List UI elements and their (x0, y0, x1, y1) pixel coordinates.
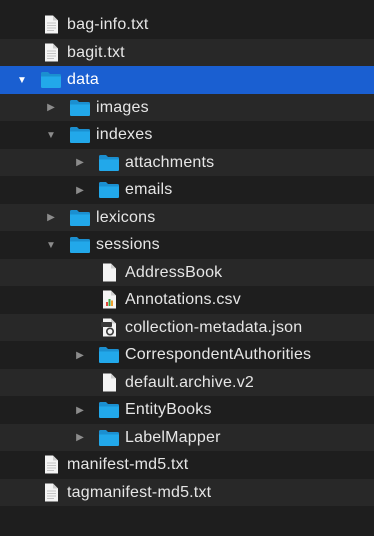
document-icon (98, 263, 120, 282)
folder-row-data[interactable]: ▼ data (0, 66, 374, 94)
folder-icon (98, 345, 120, 364)
folder-row-correspondentauthorities[interactable]: ▶ CorrespondentAuthorities (0, 341, 374, 369)
folder-row-lexicons[interactable]: ▶ lexicons (0, 203, 374, 231)
file-row-collection-metadata-json[interactable]: collection-metadata.json (0, 313, 374, 341)
folder-icon (98, 180, 120, 199)
row-label: emails (125, 181, 173, 198)
disclosure-expanded-icon[interactable]: ▼ (44, 238, 58, 252)
row-label: images (96, 98, 149, 116)
row-label: LabelMapper (125, 428, 221, 446)
document-icon (98, 373, 120, 392)
folder-icon (69, 235, 91, 254)
row-label: AddressBook (125, 263, 223, 281)
file-row-bagit-txt[interactable]: bagit.txt (0, 38, 374, 66)
folder-icon (69, 125, 91, 144)
file-row-addressbook[interactable]: AddressBook (0, 258, 374, 286)
folder-row-indexes[interactable]: ▼ indexes (0, 121, 374, 149)
row-label: lexicons (96, 208, 156, 226)
disclosure-collapsed-icon[interactable]: ▶ (73, 431, 87, 445)
folder-row-emails[interactable]: ▶ emails (0, 176, 374, 204)
folder-icon (69, 98, 91, 117)
disclosure-collapsed-icon[interactable]: ▶ (73, 156, 87, 170)
text-file-icon (40, 483, 62, 502)
file-row-annotations-csv[interactable]: Annotations.csv (0, 286, 374, 314)
folder-row-attachments[interactable]: ▶ attachments (0, 148, 374, 176)
folder-row-sessions[interactable]: ▼ sessions (0, 231, 374, 259)
row-label: Annotations.csv (125, 291, 241, 308)
disclosure-expanded-icon[interactable]: ▼ (44, 128, 58, 142)
row-label: EntityBooks (125, 401, 212, 418)
row-label: tagmanifest-md5.txt (67, 483, 212, 501)
disclosure-collapsed-icon[interactable]: ▶ (73, 403, 87, 417)
disclosure-expanded-icon[interactable]: ▼ (15, 73, 29, 87)
text-file-icon (40, 43, 62, 62)
folder-row-labelmapper[interactable]: ▶ LabelMapper (0, 423, 374, 451)
row-label: sessions (96, 236, 160, 253)
folder-icon (40, 70, 62, 89)
text-file-icon (40, 455, 62, 474)
disclosure-collapsed-icon[interactable]: ▶ (73, 183, 87, 197)
file-tree: bag-info.txt bagit.txt ▼ data ▶ images ▼ indexe… (0, 11, 374, 506)
folder-icon (98, 400, 120, 419)
folder-icon (98, 153, 120, 172)
disclosure-collapsed-icon[interactable]: ▶ (44, 101, 58, 115)
text-file-icon (40, 15, 62, 34)
file-row-manifest-md5-txt[interactable]: manifest-md5.txt (0, 451, 374, 479)
row-label: attachments (125, 153, 215, 171)
row-label: indexes (96, 126, 153, 143)
row-label: manifest-md5.txt (67, 456, 189, 473)
row-label: bag-info.txt (67, 16, 149, 33)
row-label: data (67, 71, 99, 88)
row-label: default.archive.v2 (125, 373, 255, 391)
file-row-tagmanifest-md5-txt[interactable]: tagmanifest-md5.txt (0, 478, 374, 506)
folder-row-entitybooks[interactable]: ▶ EntityBooks (0, 396, 374, 424)
row-label: CorrespondentAuthorities (125, 346, 312, 363)
folder-row-images[interactable]: ▶ images (0, 93, 374, 121)
row-label: collection-metadata.json (125, 318, 303, 336)
folder-icon (69, 208, 91, 227)
folder-icon (98, 428, 120, 447)
disclosure-collapsed-icon[interactable]: ▶ (44, 211, 58, 225)
disclosure-collapsed-icon[interactable]: ▶ (73, 348, 87, 362)
file-row-bag-info-txt[interactable]: bag-info.txt (0, 11, 374, 39)
file-row-default-archive-v2[interactable]: default.archive.v2 (0, 368, 374, 396)
row-label: bagit.txt (67, 43, 125, 61)
csv-file-icon (98, 290, 120, 309)
json-file-icon (98, 318, 120, 337)
